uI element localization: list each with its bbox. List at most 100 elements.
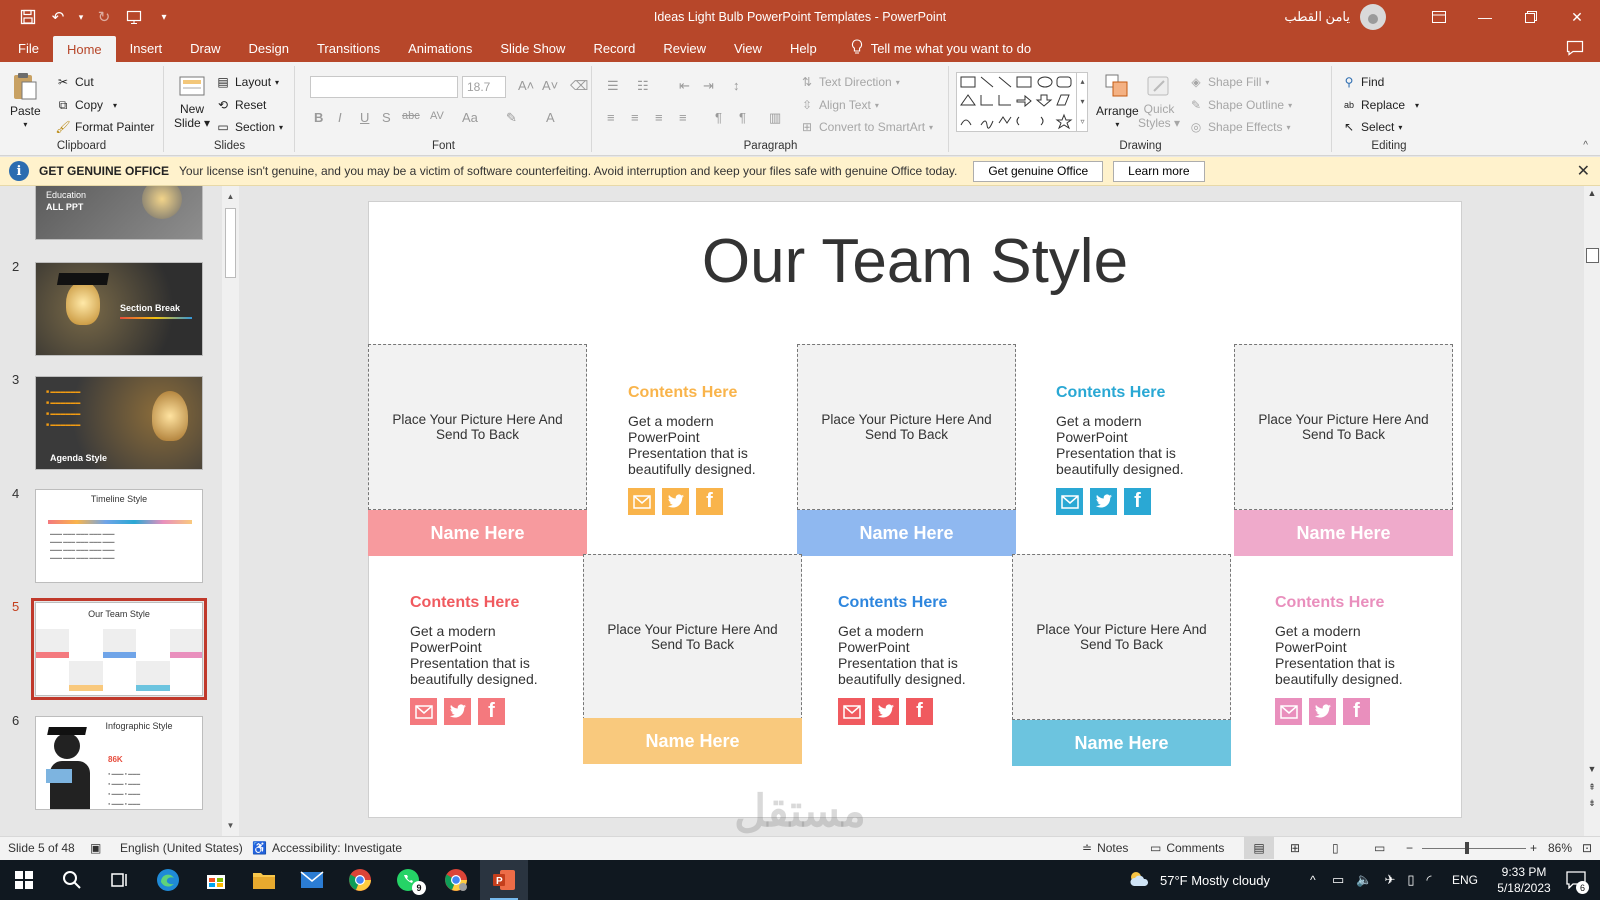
picture-placeholder[interactable]: Place Your Picture Here And Send To Back <box>1234 344 1453 510</box>
user-name[interactable]: يامن القطب <box>1284 9 1350 25</box>
strikethrough-icon[interactable]: abc <box>402 110 420 122</box>
get-genuine-office-button[interactable]: Get genuine Office <box>973 160 1104 182</box>
task-view-icon[interactable] <box>96 860 144 900</box>
contents-body[interactable]: Get a modern PowerPoint Presentation tha… <box>1056 413 1206 477</box>
twitter-icon[interactable] <box>1090 488 1117 515</box>
chrome-profile-icon[interactable] <box>432 860 480 900</box>
columns-icon[interactable]: ▥ <box>769 110 781 126</box>
shape-outline-button[interactable]: ✎ Shape Outline ▾ <box>1188 97 1292 113</box>
member-name[interactable]: Name Here <box>583 718 802 764</box>
search-icon[interactable] <box>48 860 96 900</box>
mail-icon[interactable] <box>288 860 336 900</box>
slide-counter[interactable]: Slide 5 of 48 <box>8 841 75 855</box>
microsoft-store-icon[interactable] <box>192 860 240 900</box>
system-tray-icons[interactable]: ▭ 🔈 ✈ ▯ ◜ <box>1332 860 1432 900</box>
minimize-icon[interactable]: — <box>1462 0 1508 34</box>
language-indicator[interactable]: English (United States) <box>120 841 243 855</box>
close-message-icon[interactable]: ✕ <box>1577 161 1590 181</box>
tab-file[interactable]: File <box>0 34 53 62</box>
weather-widget[interactable]: 57°F Mostly cloudy <box>1128 860 1270 900</box>
font-size-combo[interactable]: 18.7 <box>462 76 506 98</box>
previous-slide-icon[interactable]: ⇞ <box>1585 782 1599 793</box>
thumbnails-scrollbar[interactable]: ▲ ▼ <box>222 186 239 836</box>
bold-icon[interactable]: B <box>314 110 323 125</box>
slide-thumbnail-1[interactable]: Education ALL PPT <box>35 186 203 240</box>
facebook-icon[interactable]: f <box>478 698 505 725</box>
contents-title[interactable]: Contents Here <box>1056 384 1165 402</box>
comments-icon[interactable] <box>1566 40 1584 60</box>
email-icon[interactable] <box>1275 698 1302 725</box>
zoom-in-icon[interactable]: + <box>1530 841 1537 855</box>
tab-help[interactable]: Help <box>776 34 831 62</box>
justify-icon[interactable]: ≡ <box>679 110 687 125</box>
underline-icon[interactable]: U <box>360 110 369 125</box>
format-painter-button[interactable]: 🖌 Format Painter <box>55 119 154 135</box>
layout-button[interactable]: ▤ Layout ▾ <box>215 74 279 90</box>
show-hidden-icons[interactable]: ^ <box>1310 860 1316 900</box>
ltr-icon[interactable]: ¶ <box>715 110 722 125</box>
replace-button[interactable]: ab Replace ▾ <box>1341 97 1419 113</box>
accessibility-status[interactable]: ♿ Accessibility: Investigate <box>252 841 402 855</box>
shape-fill-button[interactable]: ◈ Shape Fill ▾ <box>1188 74 1269 90</box>
notification-center-icon[interactable]: 6 <box>1566 860 1589 900</box>
contents-title[interactable]: Contents Here <box>410 594 519 612</box>
contents-body[interactable]: Get a modern PowerPoint Presentation tha… <box>628 413 778 477</box>
email-icon[interactable] <box>838 698 865 725</box>
scroll-up-icon[interactable]: ▲ <box>1585 188 1599 198</box>
undo-icon[interactable]: ↶ <box>46 5 70 29</box>
reset-button[interactable]: ⟲ Reset <box>215 97 266 113</box>
user-avatar[interactable] <box>1360 4 1386 30</box>
file-explorer-icon[interactable] <box>240 860 288 900</box>
clear-formatting-icon[interactable]: ⌫ <box>570 78 588 94</box>
input-language[interactable]: ENG <box>1452 860 1478 900</box>
learn-more-button[interactable]: Learn more <box>1113 160 1205 182</box>
shape-effects-button[interactable]: ◎ Shape Effects ▾ <box>1188 119 1291 135</box>
facebook-icon[interactable]: f <box>906 698 933 725</box>
shadow-icon[interactable]: S <box>382 110 391 125</box>
undo-dropdown-icon[interactable]: ▾ <box>76 5 86 29</box>
notes-button[interactable]: ≐ Notes <box>1082 841 1128 855</box>
windows-start-icon[interactable] <box>0 860 48 900</box>
email-icon[interactable] <box>628 488 655 515</box>
tab-home[interactable]: Home <box>52 36 116 62</box>
slide-thumbnail-6[interactable]: Infographic Style 86K ● ▬▬▬ ● ▬▬▬ ● ▬▬▬ ●… <box>35 716 203 810</box>
close-icon[interactable]: ✕ <box>1554 0 1600 34</box>
slide-thumbnail-2[interactable]: Section Break <box>35 262 203 356</box>
italic-icon[interactable]: I <box>338 110 342 125</box>
tab-view[interactable]: View <box>720 34 776 62</box>
powerpoint-taskbar-icon[interactable]: P <box>480 860 528 900</box>
paste-button[interactable]: Paste ▾ <box>10 70 41 129</box>
change-case-icon[interactable]: Aa <box>462 110 478 125</box>
arrange-button[interactable]: Arrange ▾ <box>1096 70 1139 129</box>
slide-show-icon[interactable]: ▭ <box>1374 841 1385 855</box>
fit-to-window-icon[interactable]: ⊡ <box>1582 841 1592 855</box>
find-button[interactable]: ⚲ Find <box>1341 74 1385 90</box>
convert-smartart-button[interactable]: ⊞ Convert to SmartArt ▾ <box>799 119 933 135</box>
align-text-button[interactable]: ⇳ Align Text ▾ <box>799 97 879 113</box>
slide-thumbnail-3[interactable]: ■ ▬▬▬▬▬▬ ■ ▬▬▬▬▬▬ ■ ▬▬▬▬▬▬ ■ ▬▬▬▬▬▬ Agenda … <box>35 376 203 470</box>
slide-scrollbar[interactable]: ▲ ▼ ⇞ ⇟ <box>1584 186 1600 836</box>
align-center-icon[interactable]: ≡ <box>631 110 639 125</box>
save-icon[interactable] <box>16 5 40 29</box>
zoom-slider-thumb[interactable] <box>1465 842 1469 854</box>
contents-body[interactable]: Get a modern PowerPoint Presentation tha… <box>1275 623 1425 687</box>
select-button[interactable]: ↖ Select ▾ <box>1341 119 1402 135</box>
restore-icon[interactable] <box>1508 0 1554 34</box>
tab-transitions[interactable]: Transitions <box>303 34 394 62</box>
character-spacing-icon[interactable]: AV <box>430 110 444 122</box>
tab-design[interactable]: Design <box>235 34 303 62</box>
rtl-icon[interactable]: ¶ <box>739 110 746 125</box>
slide-title[interactable]: Our Team Style <box>369 226 1461 297</box>
tab-record[interactable]: Record <box>579 34 649 62</box>
scroll-up-icon[interactable]: ▲ <box>223 189 238 204</box>
shapes-gallery-more-icon[interactable]: ▴ ▾ ▿ <box>1076 72 1088 132</box>
picture-placeholder[interactable]: Place Your Picture Here And Send To Back <box>368 344 587 510</box>
align-right-icon[interactable]: ≡ <box>655 110 663 125</box>
edge-browser-icon[interactable] <box>144 860 192 900</box>
facebook-icon[interactable]: f <box>696 488 723 515</box>
picture-placeholder[interactable]: Place Your Picture Here And Send To Back <box>583 554 802 720</box>
text-direction-button[interactable]: ⇅ Text Direction ▾ <box>799 74 900 90</box>
collapse-ribbon-icon[interactable]: ^ <box>1583 140 1588 151</box>
twitter-icon[interactable] <box>444 698 471 725</box>
member-name[interactable]: Name Here <box>1234 510 1453 556</box>
